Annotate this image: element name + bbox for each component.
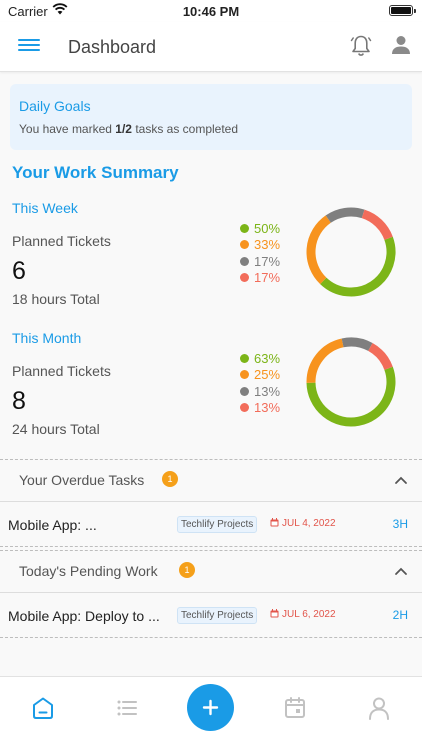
add-button[interactable] <box>187 684 234 731</box>
task-row[interactable]: Mobile App: ... Techlify Projects JUL 4,… <box>0 501 422 547</box>
legend-item: 13% <box>240 384 300 400</box>
pending-count-badge: 1 <box>179 562 195 578</box>
due-date-text: JUL 4, 2022 <box>282 518 336 529</box>
task-estimate: 3H <box>392 517 408 531</box>
legend-value: 17% <box>254 269 281 285</box>
legend-value: 33% <box>254 237 281 253</box>
calendar-icon <box>270 518 279 527</box>
legend-value: 13% <box>254 399 281 415</box>
legend-item: 17% <box>240 270 300 286</box>
goals-completed-count: 1/2 <box>115 122 132 136</box>
donut-gray-segment <box>341 337 373 352</box>
legend-value: 17% <box>254 253 281 269</box>
period-this-month: This Month Planned Tickets 8 24 hours To… <box>0 330 422 450</box>
task-due-date: JUL 6, 2022 <box>270 609 336 620</box>
legend-item: 63% <box>240 351 300 367</box>
task-row[interactable]: Mobile App: Deploy to ... Techlify Proje… <box>0 592 422 638</box>
period-label: This Week <box>12 200 78 216</box>
chevron-up-icon[interactable] <box>394 475 408 485</box>
work-summary-title: Your Work Summary <box>12 163 179 182</box>
hours-total: 18 hours Total <box>12 291 100 307</box>
notification-bell-icon[interactable] <box>350 34 372 58</box>
period-label: This Month <box>12 330 82 346</box>
week-donut-chart <box>306 207 396 297</box>
donut-gray-segment <box>325 207 365 223</box>
legend-value: 63% <box>254 351 281 366</box>
legend-value: 25% <box>254 367 281 383</box>
legend-item: 33% <box>240 237 300 253</box>
pending-work-header[interactable]: Today's Pending Work 1 <box>0 550 422 592</box>
clock: 10:46 PM <box>182 4 240 19</box>
donut-red-segment <box>367 343 393 371</box>
daily-goals-card[interactable]: Daily Goals You have marked 1/2 tasks as… <box>10 84 412 150</box>
due-date-text: JUL 6, 2022 <box>282 609 336 620</box>
planned-tickets-count: 8 <box>12 387 26 415</box>
overdue-tasks-title: Your Overdue Tasks <box>19 472 145 488</box>
donut-orange-segment <box>306 215 332 285</box>
chart-legend: 63% 25% 13% 13% <box>240 351 300 416</box>
goals-text-after: tasks as completed <box>131 122 239 136</box>
donut-green-segment <box>320 236 396 297</box>
menu-icon[interactable] <box>18 36 40 56</box>
legend-value: 13% <box>254 383 281 399</box>
donut-green-segment <box>306 366 396 427</box>
task-due-date: JUL 4, 2022 <box>270 518 336 529</box>
daily-goals-title: Daily Goals <box>19 98 91 114</box>
task-name: Mobile App: Deploy to ... <box>8 608 160 624</box>
legend-item: 13% <box>240 400 300 416</box>
bottom-navigation <box>0 676 422 750</box>
profile-icon[interactable] <box>366 695 392 721</box>
legend-item: 17% <box>240 254 300 270</box>
overdue-tasks-header[interactable]: Your Overdue Tasks 1 <box>0 459 422 501</box>
planned-tickets-count: 6 <box>12 257 26 285</box>
planned-tickets-label: Planned Tickets <box>12 363 111 379</box>
hours-total: 24 hours Total <box>12 421 100 437</box>
home-icon[interactable] <box>30 695 56 721</box>
chart-legend: 50% 33% 17% 17% <box>240 221 300 286</box>
legend-value: 50% <box>254 221 281 236</box>
project-tag: Techlify Projects <box>177 607 258 624</box>
chevron-up-icon[interactable] <box>394 566 408 576</box>
task-estimate: 2H <box>392 608 408 622</box>
donut-red-segment <box>361 209 393 241</box>
project-tag: Techlify Projects <box>177 516 258 533</box>
daily-goals-summary: You have marked 1/2 tasks as completed <box>19 122 238 136</box>
battery-icon <box>389 5 416 16</box>
donut-orange-segment <box>306 338 344 383</box>
month-donut-chart <box>306 337 396 427</box>
goals-text-before: You have marked <box>19 122 116 136</box>
task-name: Mobile App: ... <box>8 517 97 533</box>
planned-tickets-label: Planned Tickets <box>12 233 111 249</box>
period-this-week: This Week Planned Tickets 6 18 hours Tot… <box>0 200 422 320</box>
list-icon[interactable] <box>114 695 140 721</box>
legend-item: 25% <box>240 367 300 383</box>
app-bar: Dashboard <box>0 22 422 72</box>
account-icon[interactable] <box>390 34 412 56</box>
add-icon <box>202 699 219 716</box>
legend-item: 50% <box>240 221 300 237</box>
calendar-icon[interactable] <box>282 695 308 721</box>
overdue-count-badge: 1 <box>162 471 178 487</box>
calendar-icon <box>270 609 279 618</box>
pending-work-title: Today's Pending Work <box>19 563 158 579</box>
page-title: Dashboard <box>68 37 157 57</box>
status-bar: Carrier 10:46 PM <box>0 0 422 22</box>
